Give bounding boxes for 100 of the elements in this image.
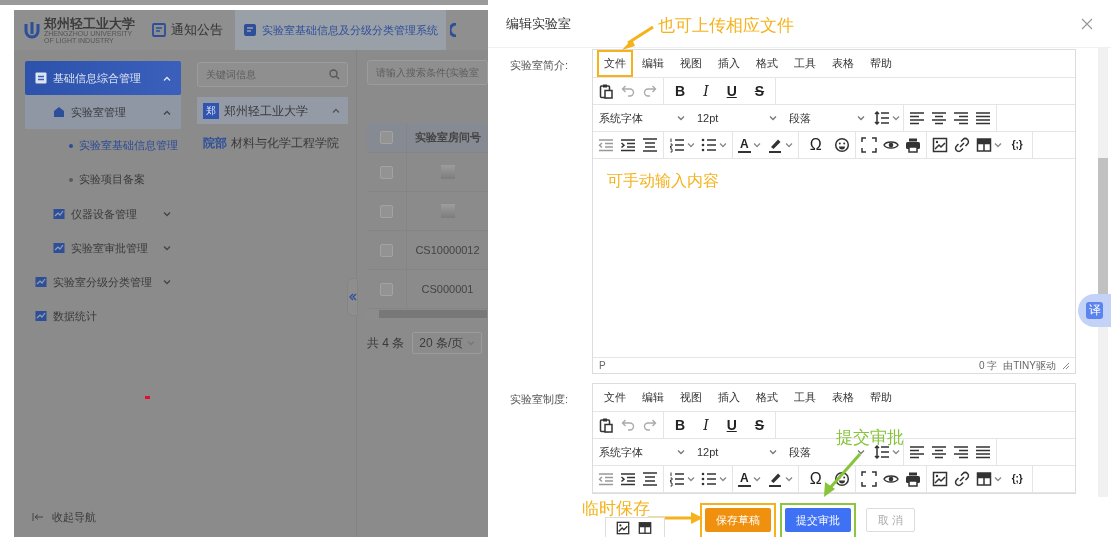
menu-item[interactable]: 文件 (597, 384, 633, 411)
align-center-icon[interactable] (931, 110, 947, 126)
align-left-icon[interactable] (909, 444, 925, 460)
numbered-list-icon[interactable] (669, 471, 685, 487)
printer-icon[interactable] (904, 137, 921, 153)
font-color-button[interactable]: A (738, 471, 751, 487)
submit-button[interactable]: 提交审批 (785, 508, 851, 532)
caret-icon[interactable] (857, 115, 865, 121)
menu-item[interactable]: 工具 (787, 384, 823, 411)
caret-icon[interactable] (993, 142, 1002, 148)
menu-item[interactable]: 工具 (787, 50, 823, 77)
menu-item[interactable]: 视图 (673, 384, 709, 411)
font-select[interactable]: 系统字体 (593, 439, 691, 465)
table-icon[interactable] (975, 137, 992, 153)
resize-handle-icon[interactable] (1062, 362, 1069, 369)
bullet-list-icon[interactable] (701, 137, 717, 153)
caret-icon[interactable] (163, 245, 171, 251)
font-select[interactable]: 系统字体 (593, 105, 691, 131)
strike-button[interactable]: S (748, 84, 771, 98)
bullet-list-icon[interactable] (701, 471, 717, 487)
menu-item[interactable]: 格式 (749, 50, 785, 77)
italic-button[interactable]: I (697, 84, 715, 98)
caret-icon[interactable] (752, 476, 761, 482)
redo-icon[interactable] (642, 417, 658, 433)
sidebar-item[interactable]: 数据统计 (25, 299, 181, 333)
menu-item[interactable]: 插入 (711, 50, 747, 77)
line-height-icon[interactable] (874, 444, 890, 460)
outdent-icon[interactable] (598, 471, 614, 487)
size-select[interactable]: 12pt (691, 439, 783, 465)
fullscreen-icon[interactable] (860, 137, 877, 153)
sidebar-item[interactable]: 实验项目备案 (25, 163, 181, 197)
bold-button[interactable]: B (669, 418, 692, 432)
numbered-list-icon[interactable] (669, 137, 685, 153)
outdent-icon[interactable] (598, 137, 614, 153)
caret-icon[interactable] (332, 108, 340, 113)
sidebar-item[interactable]: 实验室管理 (25, 95, 181, 129)
caret-icon[interactable] (769, 115, 777, 121)
table-icon[interactable] (638, 520, 652, 535)
printer-icon[interactable] (904, 471, 921, 487)
collapse-handle[interactable] (347, 278, 358, 316)
sidebar-item[interactable]: 仪器设备管理 (25, 197, 181, 231)
menu-item[interactable]: 表格 (825, 384, 861, 411)
undo-icon[interactable] (620, 83, 636, 99)
line-height-icon[interactable] (874, 110, 890, 126)
lines-icon[interactable] (642, 137, 658, 153)
undo-icon[interactable] (620, 417, 636, 433)
caret-icon[interactable] (769, 449, 777, 455)
align-left-icon[interactable] (909, 110, 925, 126)
lines-icon[interactable] (642, 471, 658, 487)
image-icon[interactable] (616, 520, 630, 535)
table-icon[interactable] (975, 471, 992, 487)
checkbox[interactable] (380, 204, 393, 218)
align-right-icon[interactable] (953, 444, 969, 460)
close-icon[interactable] (1081, 17, 1093, 30)
redo-icon[interactable] (642, 83, 658, 99)
highlighter-icon[interactable] (766, 471, 783, 487)
underline-button[interactable]: U (720, 418, 743, 432)
block-select[interactable]: 段落 (783, 105, 871, 131)
menu-item[interactable]: 编辑 (635, 384, 671, 411)
indent-icon[interactable] (620, 137, 636, 153)
caret-icon[interactable] (719, 476, 727, 482)
paste-icon[interactable] (598, 83, 614, 99)
image-icon[interactable] (931, 471, 948, 487)
sidebar-item[interactable]: 实验室审批管理 (25, 231, 181, 265)
caret-icon[interactable] (892, 449, 900, 455)
caret-icon[interactable] (857, 449, 865, 455)
caret-icon[interactable] (892, 115, 900, 121)
underline-button[interactable]: U (720, 84, 743, 98)
menu-item[interactable]: 帮助 (863, 50, 899, 77)
caret-icon[interactable] (752, 142, 761, 148)
code-button[interactable]: {;} (1007, 140, 1027, 150)
menu-item[interactable]: 编辑 (635, 50, 671, 77)
symbol-button[interactable]: Ω (803, 471, 828, 487)
italic-button[interactable]: I (697, 418, 715, 432)
font-color-button[interactable]: A (738, 137, 751, 153)
menu-item[interactable]: 视图 (673, 50, 709, 77)
caret-icon[interactable] (687, 142, 695, 148)
menu-item[interactable]: 格式 (749, 384, 785, 411)
link-icon[interactable] (953, 471, 970, 487)
checkbox[interactable] (380, 243, 393, 257)
paste-icon[interactable] (598, 417, 614, 433)
caret-icon[interactable] (993, 476, 1002, 482)
bold-button[interactable]: B (669, 84, 692, 98)
justify-icon[interactable] (975, 444, 991, 460)
emoji-icon[interactable] (833, 137, 850, 153)
symbol-button[interactable]: Ω (803, 137, 828, 153)
justify-icon[interactable] (975, 110, 991, 126)
fullscreen-icon[interactable] (860, 471, 877, 487)
caret-icon[interactable] (163, 211, 171, 217)
emoji-icon[interactable] (833, 471, 850, 487)
strike-button[interactable]: S (748, 418, 771, 432)
caret-icon[interactable] (677, 449, 685, 455)
menu-item[interactable]: 插入 (711, 384, 747, 411)
menu-item[interactable]: 文件 (597, 50, 633, 77)
caret-icon[interactable] (163, 109, 171, 115)
menu-item[interactable]: 表格 (825, 50, 861, 77)
align-center-icon[interactable] (931, 444, 947, 460)
caret-icon[interactable] (719, 142, 727, 148)
menu-item[interactable]: 帮助 (863, 384, 899, 411)
checkbox[interactable] (380, 165, 393, 179)
